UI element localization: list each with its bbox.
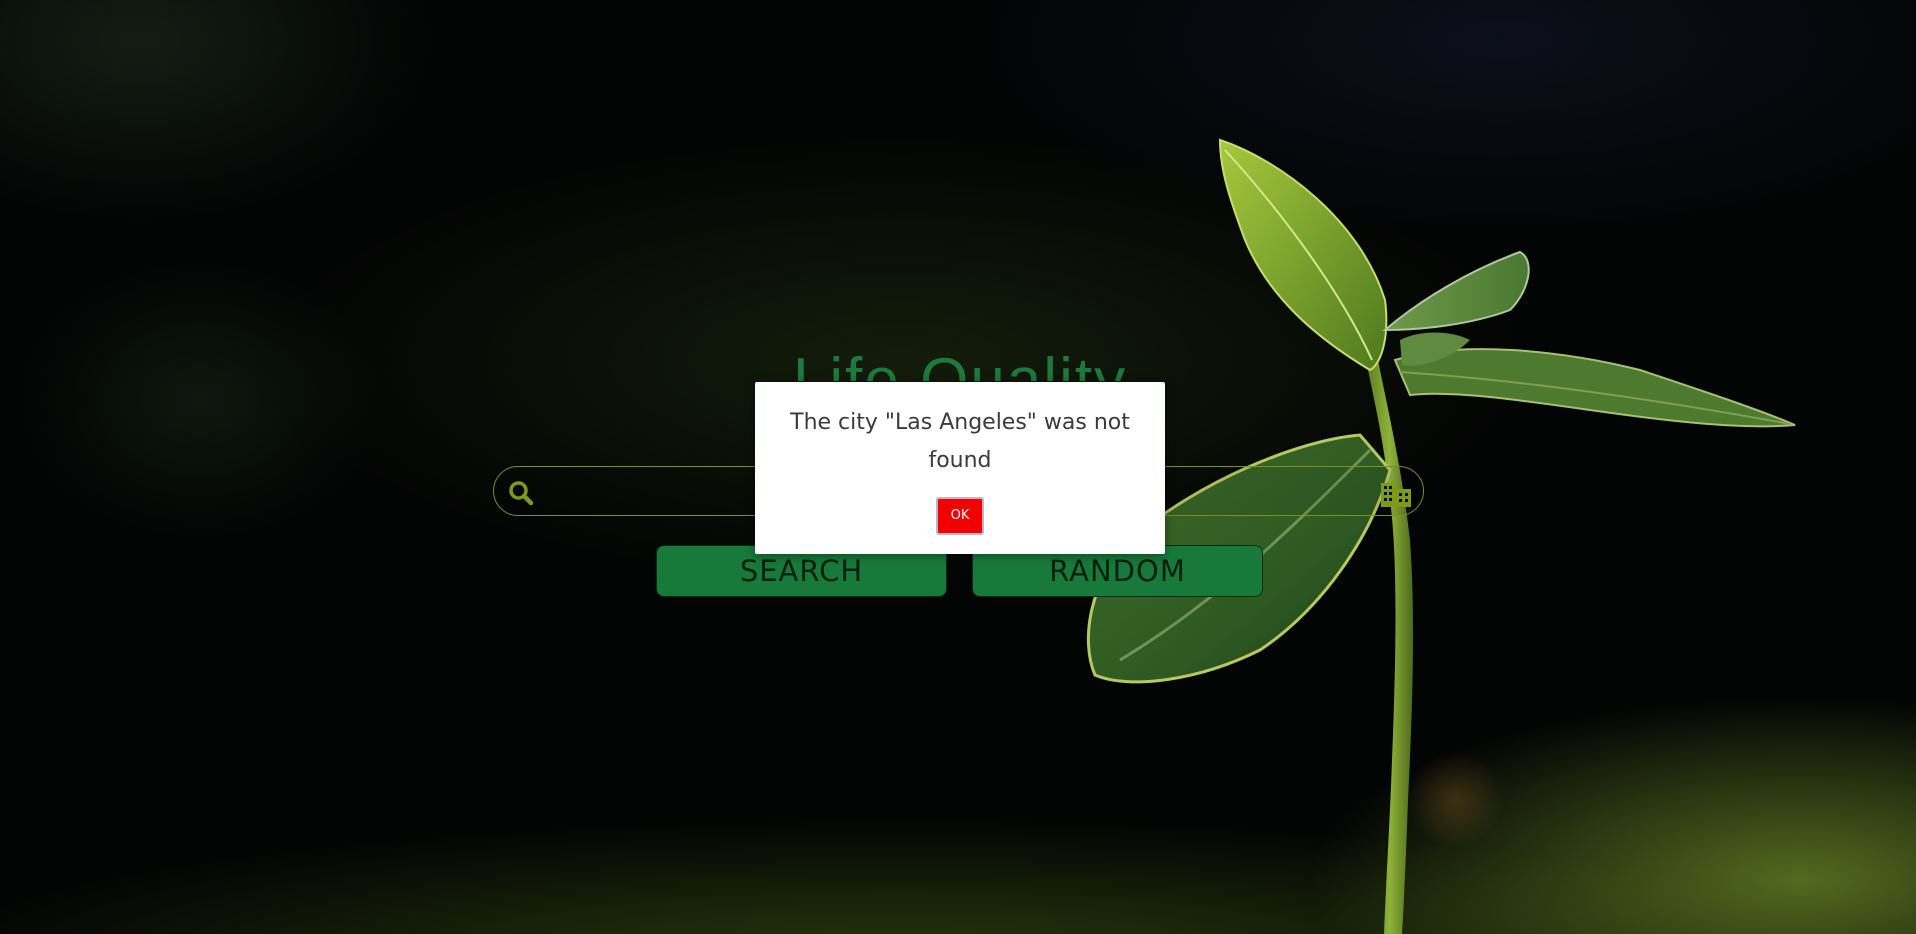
alert-dialog: The city "Las Angeles" was not found OK [755, 382, 1165, 554]
dialog-ok-button[interactable]: OK [936, 497, 984, 535]
page-root: Life Quality SEARCH RANDOM The city "Las… [0, 0, 1916, 934]
city-icon[interactable] [1380, 479, 1412, 507]
search-icon [509, 481, 534, 506]
dialog-message: The city "Las Angeles" was not found [790, 410, 1130, 473]
app-title: Life Quality [792, 346, 1128, 381]
